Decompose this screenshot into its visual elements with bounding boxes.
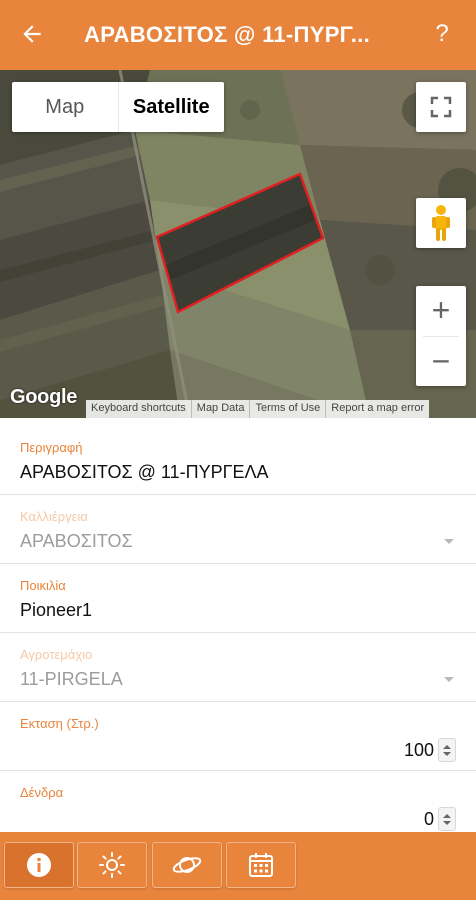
- crop-field: Καλλιέργεια ΑΡΑΒΟΣΙΤΟΣ: [0, 495, 476, 564]
- terms-of-use-link[interactable]: Terms of Use: [249, 400, 325, 418]
- area-label: Εκταση (Στρ.): [20, 716, 99, 731]
- app-bar: ΑΡΑΒΟΣΙΤΟΣ @ 11-ΠΥΡΓ... ?: [0, 0, 476, 70]
- map-type-satellite-button[interactable]: Satellite: [117, 82, 225, 132]
- report-map-error-link[interactable]: Report a map error: [325, 400, 429, 418]
- page-title: ΑΡΑΒΟΣΙΤΟΣ @ 11-ΠΥΡΓ...: [84, 22, 371, 47]
- map-type-control: Map Satellite: [12, 82, 224, 132]
- planet-icon: [172, 857, 202, 873]
- variety-label: Ποικιλία: [20, 578, 66, 593]
- info-icon: [27, 853, 51, 877]
- variety-input[interactable]: Pioneer1: [20, 600, 92, 621]
- farm-parcel-select: 11-PIRGELA: [20, 669, 123, 689]
- google-logo: Google: [10, 386, 78, 408]
- zoom-out-button[interactable]: −: [416, 336, 466, 386]
- trees-input[interactable]: 0: [424, 809, 434, 830]
- stepper-down-icon[interactable]: [443, 820, 451, 825]
- keyboard-shortcuts-link[interactable]: Keyboard shortcuts: [86, 400, 191, 418]
- description-label: Περιγραφή: [20, 440, 83, 455]
- map-type-map-button[interactable]: Map: [12, 82, 118, 132]
- pegman-icon: [432, 205, 450, 241]
- map-data-link[interactable]: Map Data: [190, 400, 250, 418]
- area-stepper[interactable]: [438, 738, 456, 762]
- back-button[interactable]: [14, 16, 50, 52]
- area-input[interactable]: 100: [404, 740, 434, 761]
- farm-parcel-label: Αγροτεμάχιο: [20, 647, 93, 662]
- trees-field[interactable]: Δένδρα 0: [0, 771, 476, 840]
- fullscreen-icon: [430, 96, 452, 118]
- trees-stepper[interactable]: [438, 807, 456, 831]
- description-input[interactable]: ΑΡΑΒΟΣΙΤΟΣ @ 11-ΠΥΡΓΕΛΑ: [20, 462, 269, 483]
- street-view-button[interactable]: [416, 198, 466, 248]
- tab-planet[interactable]: [152, 842, 222, 888]
- crop-select: ΑΡΑΒΟΣΙΤΟΣ: [20, 531, 133, 551]
- map-attribution: Keyboard shortcuts Map Data Terms of Use…: [86, 400, 430, 418]
- bottom-tab-bar: [0, 832, 476, 900]
- fullscreen-button[interactable]: [416, 82, 466, 132]
- stepper-up-icon[interactable]: [443, 813, 451, 818]
- field-form: Περιγραφή ΑΡΑΒΟΣΙΤΟΣ @ 11-ΠΥΡΓΕΛΑ Καλλιέ…: [0, 426, 476, 840]
- calendar-icon: [249, 853, 273, 877]
- chevron-down-icon: [444, 677, 454, 682]
- area-field[interactable]: Εκταση (Στρ.) 100: [0, 702, 476, 771]
- description-field[interactable]: Περιγραφή ΑΡΑΒΟΣΙΤΟΣ @ 11-ΠΥΡΓΕΛΑ: [0, 426, 476, 495]
- satellite-map[interactable]: Map Satellite + − Google Keyboard shortc…: [0, 70, 476, 418]
- zoom-in-button[interactable]: +: [416, 286, 466, 336]
- crop-label: Καλλιέργεια: [20, 509, 88, 524]
- arrow-left-icon: [23, 25, 41, 43]
- tab-info[interactable]: [4, 842, 74, 888]
- chevron-down-icon: [444, 539, 454, 544]
- zoom-control: + −: [416, 286, 466, 386]
- help-button[interactable]: ?: [424, 16, 460, 52]
- farm-parcel-field: Αγροτεμάχιο 11-PIRGELA: [0, 633, 476, 702]
- trees-label: Δένδρα: [20, 785, 64, 800]
- stepper-up-icon[interactable]: [443, 744, 451, 749]
- sun-icon: [99, 852, 125, 878]
- variety-field[interactable]: Ποικιλία Pioneer1: [0, 564, 476, 633]
- stepper-down-icon[interactable]: [443, 751, 451, 756]
- tab-weather[interactable]: [77, 842, 147, 888]
- tab-calendar[interactable]: [226, 842, 296, 888]
